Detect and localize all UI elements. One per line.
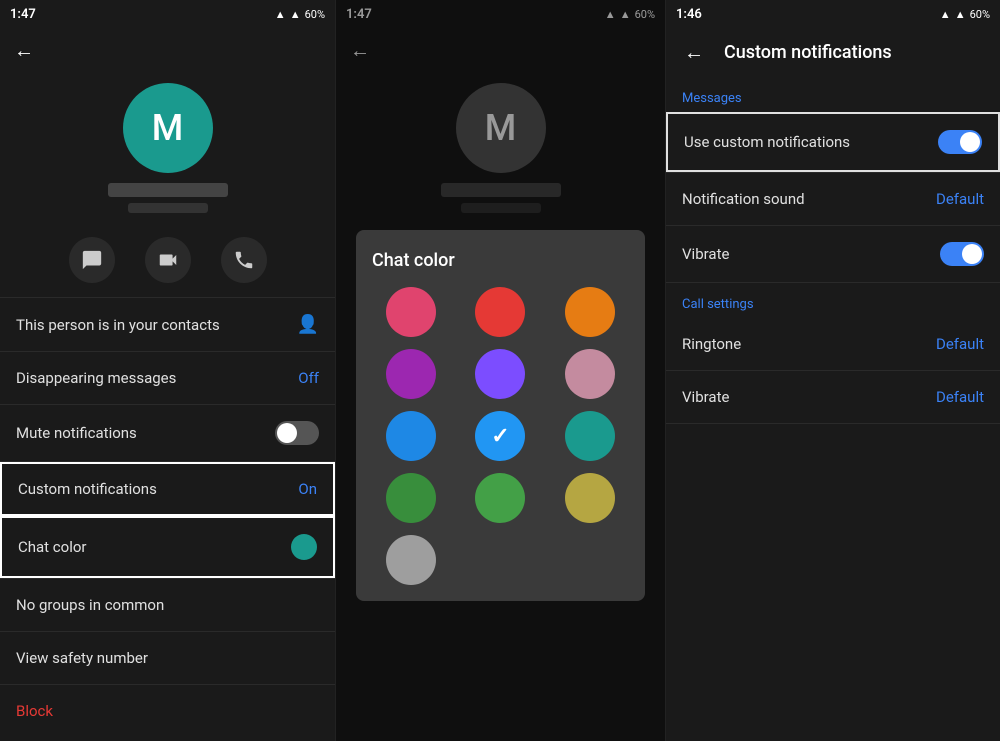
subtitle-placeholder-1: [128, 203, 208, 213]
panel-custom-notifications: 1:46 ▲ ▲ 60% ← Custom notifications Mess…: [666, 0, 1000, 741]
signal-icon: ▲: [290, 8, 301, 21]
color-option-blue2-selected[interactable]: [475, 411, 525, 461]
name-placeholder-1: [108, 183, 228, 197]
color-option-violet[interactable]: [475, 349, 525, 399]
status-bar-1: 1:47 ▲ ▲ 60%: [0, 0, 335, 28]
vibrate-messages-toggle-knob: [962, 244, 982, 264]
status-icons-3: ▲ ▲ 60%: [940, 8, 990, 21]
use-custom-toggle[interactable]: [938, 130, 982, 154]
color-option-red[interactable]: [475, 287, 525, 337]
person-icon: 👤: [297, 314, 319, 335]
no-groups-item: No groups in common: [0, 579, 335, 631]
color-option-darkgreen[interactable]: [386, 473, 436, 523]
use-custom-label: Use custom notifications: [684, 133, 850, 151]
phone-icon: [233, 249, 255, 271]
safety-number-item[interactable]: View safety number: [0, 632, 335, 684]
chat-color-item[interactable]: Chat color: [0, 516, 335, 578]
mute-toggle-knob: [277, 423, 297, 443]
block-item[interactable]: Block: [0, 685, 335, 737]
color-option-green[interactable]: [475, 473, 525, 523]
color-option-blue1[interactable]: [386, 411, 436, 461]
no-groups-label: No groups in common: [16, 596, 164, 614]
ringtone-label: Ringtone: [682, 335, 741, 353]
chat-color-dot: [291, 534, 317, 560]
custom-notifications-label: Custom notifications: [18, 480, 157, 498]
disappearing-value: Off: [298, 369, 319, 387]
ringtone-row[interactable]: Ringtone Default: [666, 318, 1000, 370]
vibrate-messages-toggle[interactable]: [940, 242, 984, 266]
notification-sound-value: Default: [936, 190, 984, 208]
contacts-item[interactable]: This person is in your contacts 👤: [0, 298, 335, 351]
mute-toggle[interactable]: [275, 421, 319, 445]
color-picker-modal: Chat color: [356, 230, 645, 601]
color-picker-title: Chat color: [372, 250, 629, 271]
call-settings-label: Call settings: [666, 283, 1000, 318]
avatar-section-1: M: [0, 73, 335, 227]
vibrate-calls-label: Vibrate: [682, 388, 729, 406]
color-option-gray[interactable]: [386, 535, 436, 585]
status-icons-1: ▲ ▲ 60%: [275, 8, 325, 21]
signal-icon-3: ▲: [955, 8, 966, 21]
notification-sound-row[interactable]: Notification sound Default: [666, 173, 1000, 225]
use-custom-row[interactable]: Use custom notifications: [666, 112, 1000, 172]
use-custom-toggle-knob: [960, 132, 980, 152]
time-3: 1:46: [676, 7, 702, 22]
vibrate-messages-row[interactable]: Vibrate: [666, 226, 1000, 282]
page-title-3: Custom notifications: [724, 42, 892, 63]
video-button[interactable]: [145, 237, 191, 283]
mute-label: Mute notifications: [16, 424, 137, 442]
block-label: Block: [16, 702, 53, 720]
battery-3: 60%: [970, 8, 990, 21]
time-1: 1:47: [10, 7, 36, 22]
custom-notifications-item[interactable]: Custom notifications On: [0, 462, 335, 516]
message-icon: [81, 249, 103, 271]
ringtone-value: Default: [936, 335, 984, 353]
phone-button[interactable]: [221, 237, 267, 283]
color-grid: [372, 287, 629, 585]
color-option-mauve[interactable]: [565, 349, 615, 399]
disappearing-label: Disappearing messages: [16, 369, 176, 387]
color-option-orange[interactable]: [565, 287, 615, 337]
messages-section-label: Messages: [666, 77, 1000, 112]
color-option-pink[interactable]: [386, 287, 436, 337]
action-buttons-1: [0, 227, 335, 297]
safety-number-label: View safety number: [16, 649, 148, 667]
battery-1: 60%: [305, 8, 325, 21]
contacts-label: This person is in your contacts: [16, 316, 220, 334]
status-bar-3: 1:46 ▲ ▲ 60%: [666, 0, 1000, 28]
vibrate-calls-row[interactable]: Vibrate Default: [666, 371, 1000, 423]
color-option-purple[interactable]: [386, 349, 436, 399]
back-button-1[interactable]: ←: [0, 28, 335, 73]
video-icon: [157, 249, 179, 271]
panel-contact-info: 1:47 ▲ ▲ 60% ← M This person is in your …: [0, 0, 336, 741]
disappearing-item[interactable]: Disappearing messages Off: [0, 352, 335, 404]
custom-notifications-value: On: [298, 480, 317, 498]
back-button-3[interactable]: ←: [680, 36, 708, 69]
notification-sound-label: Notification sound: [682, 190, 805, 208]
panel-contact-info-2: 1:47 ▲ ▲ 60% ← M Chat color: [336, 0, 666, 741]
vibrate-calls-value: Default: [936, 388, 984, 406]
message-button[interactable]: [69, 237, 115, 283]
mute-item[interactable]: Mute notifications: [0, 405, 335, 461]
vibrate-messages-label: Vibrate: [682, 245, 729, 263]
custom-notifications-header: ← Custom notifications: [666, 28, 1000, 77]
chat-color-label: Chat color: [18, 538, 87, 556]
color-option-gold[interactable]: [565, 473, 615, 523]
wifi-icon-3: ▲: [940, 8, 951, 21]
wifi-icon: ▲: [275, 8, 286, 21]
avatar-1: M: [123, 83, 213, 173]
color-option-teal[interactable]: [565, 411, 615, 461]
